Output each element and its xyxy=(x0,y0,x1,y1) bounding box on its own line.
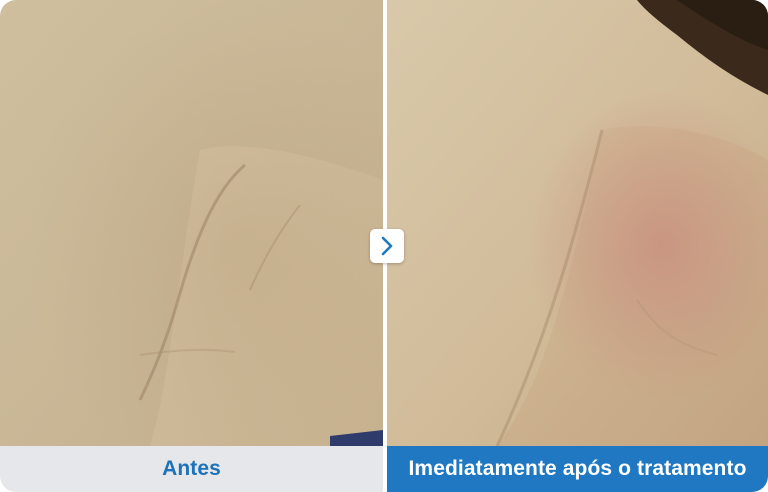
after-photo xyxy=(387,0,768,446)
before-after-comparison: Antes Imediatamente após o tratamento xyxy=(0,0,768,492)
chevron-right-icon xyxy=(379,235,395,257)
before-photo xyxy=(0,0,383,446)
before-caption: Antes xyxy=(0,446,383,492)
before-panel: Antes xyxy=(0,0,383,492)
after-caption: Imediatamente após o tratamento xyxy=(387,446,768,492)
next-arrow-button[interactable] xyxy=(370,229,404,263)
after-panel: Imediatamente após o tratamento xyxy=(387,0,768,492)
